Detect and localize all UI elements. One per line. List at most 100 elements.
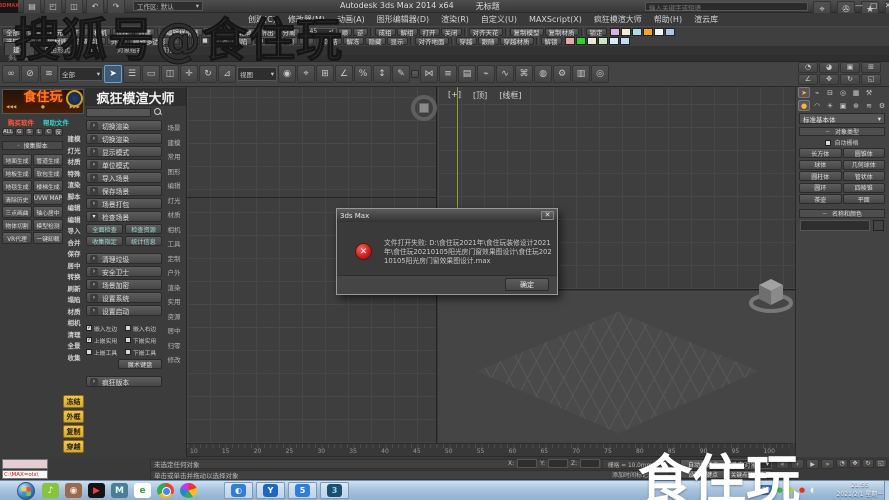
menu-item-3[interactable]: 图形编辑器(D) [372, 13, 434, 26]
strip-label-15[interactable]: 归零 [162, 339, 186, 354]
media-app-icon[interactable]: ▶ [88, 483, 105, 498]
button-0[interactable]: 冻结 [63, 395, 84, 408]
plugin-sub-button[interactable]: 统计信息 [125, 236, 162, 246]
strip-label-4[interactable]: 渲染 [64, 180, 84, 192]
z-field[interactable] [580, 459, 600, 468]
plugin-search-input[interactable] [86, 108, 151, 117]
grid-button[interactable]: 地面生成 [2, 154, 32, 166]
menu-item-5[interactable]: 自定义(U) [476, 13, 522, 26]
browser-360-icon[interactable]: e [134, 483, 151, 498]
grid-button[interactable]: 长方体 [799, 148, 842, 158]
display-tab-icon[interactable]: ▦ [850, 87, 862, 98]
maximize-viewport-br-icon[interactable]: ◱ [875, 459, 887, 468]
modify-tab-icon[interactable]: ⌁ [811, 87, 823, 98]
script-section-header[interactable]: -搜集脚本 [2, 141, 63, 150]
checkbox-下嵌实用[interactable]: 下嵌实用 [125, 335, 162, 345]
strip-label-10[interactable]: 户外 [162, 266, 186, 281]
strip-label-4[interactable]: 编辑 [162, 179, 186, 194]
toolbar-button[interactable]: 隐藏 [365, 37, 386, 45]
button-1[interactable]: G [15, 128, 24, 136]
motion-tab-icon[interactable]: ◎ [837, 87, 849, 98]
grid-button[interactable]: 清除历史 [2, 193, 32, 205]
strip-label-7[interactable]: 编辑 [64, 215, 84, 227]
plugin-button-显示模式[interactable]: ›显示模式 [86, 146, 162, 157]
close-button[interactable]: ✕ [885, 1, 889, 10]
plugin-button-清理垃圾[interactable]: ›清理垃圾 [86, 253, 162, 264]
space-warps-icon[interactable]: ≋ [863, 100, 875, 111]
toolbar-button[interactable]: 解组 [397, 28, 418, 36]
grid-button[interactable]: 模型检测 [33, 219, 63, 231]
zoom-all-icon[interactable]: ◕ [819, 62, 839, 73]
menu-item-8[interactable]: 帮助(H) [649, 13, 687, 26]
toolbar-button[interactable]: 穿越材质 [500, 37, 534, 45]
menu-item-2[interactable]: [线框] [494, 89, 526, 102]
toolbar-button[interactable]: 成组 [375, 28, 396, 36]
checkbox-嵌入左边[interactable]: ✓嵌入左边 [86, 323, 123, 333]
button-1[interactable]: 外框 [63, 410, 84, 423]
toolbar-button[interactable]: 显示 [387, 37, 408, 45]
strip-label-13[interactable]: 资源 [162, 310, 186, 325]
strip-label-18[interactable]: 全景 [64, 341, 84, 353]
chrome-browser-icon[interactable] [157, 483, 174, 498]
x-field[interactable] [517, 459, 537, 468]
color-swatch[interactable] [621, 28, 631, 36]
toolbar-button[interactable]: 对齐地面 [415, 37, 449, 45]
toolbar-button[interactable]: 复制材质 [545, 28, 579, 36]
grid-button[interactable]: UVW MAP [33, 193, 63, 205]
pan-view-icon[interactable]: ✥ [819, 74, 839, 85]
strip-label-3[interactable]: 特殊 [64, 169, 84, 181]
plugin-button-疯狂版本[interactable]: ›疯狂版本 [86, 376, 162, 387]
schematic-view-icon[interactable]: ⌘ [515, 65, 533, 83]
checkbox-上嵌实用[interactable]: ✓上嵌实用 [86, 335, 123, 345]
camera-app-icon[interactable]: ◉ [65, 483, 82, 498]
shapes-icon[interactable]: ◠ [811, 100, 823, 111]
button-5[interactable]: 反 [54, 128, 63, 136]
y-field[interactable] [548, 459, 568, 468]
checkbox-icon[interactable] [86, 349, 92, 355]
collapse-icon[interactable]: - [17, 142, 19, 149]
toolbar-button[interactable]: 穿越 [456, 37, 477, 45]
toolbar-button[interactable]: 关闭 [441, 28, 462, 36]
maxscript-mini-listener[interactable] [2, 459, 48, 469]
infocenter-search-box[interactable] [645, 2, 808, 11]
zoom-icon[interactable]: ◔ [798, 62, 818, 73]
plugin-button-单位模式[interactable]: ›单位模式 [86, 159, 162, 170]
3dsmax-window-icon[interactable]: 3 [327, 484, 342, 497]
plugin-link-1[interactable]: 帮助文件 [43, 117, 69, 127]
grid-button[interactable]: 管道生成 [33, 154, 63, 166]
grid-button[interactable]: 几何球体 [843, 160, 886, 170]
music-app-icon[interactable]: ♪ [42, 483, 59, 498]
menu-item-9[interactable]: 渲云库 [689, 13, 723, 26]
name-color-rollout[interactable]: −名称和颜色 [799, 209, 885, 218]
layer-manager-icon[interactable]: ▤ [458, 65, 476, 83]
edit-named-selection-sets-icon[interactable]: ✎ [392, 65, 410, 83]
percent-snap-toggle-icon[interactable]: % [354, 65, 372, 83]
pan-br-icon[interactable]: ✥ [849, 459, 861, 468]
toolbar-button[interactable]: 复制模型 [510, 28, 544, 36]
plugin-button-导入场景[interactable]: ›导入场景 [86, 172, 162, 183]
taskbar-clock[interactable]: 21:552021/2/1 星期一 [836, 482, 884, 499]
strip-label-3[interactable]: 图形 [162, 165, 186, 180]
checkbox-icon[interactable] [125, 337, 131, 343]
checkbox-icon[interactable] [125, 325, 131, 331]
grid-button[interactable]: 圆环 [799, 183, 842, 193]
grid-button[interactable]: 楼梯生成 [33, 180, 63, 192]
grid-button[interactable]: 地毯生成 [2, 180, 32, 192]
button-2[interactable]: S [25, 128, 34, 136]
toolbar-button[interactable]: 对齐天花 [469, 28, 503, 36]
utilities-tab-icon[interactable]: ⚒ [863, 87, 875, 98]
strip-label-11[interactable]: 渲染 [162, 281, 186, 296]
color-swatch[interactable] [576, 37, 586, 45]
plugin-sub-button[interactable]: 检查资源 [125, 224, 162, 234]
plugin-link-0[interactable]: 购买软件 [8, 117, 34, 127]
zoom-extents-icon[interactable]: ▣ [840, 62, 860, 73]
strip-label-15[interactable]: 材质 [64, 307, 84, 319]
color-swatch[interactable] [620, 37, 630, 45]
viewcube-face[interactable] [419, 103, 429, 113]
grid-button[interactable]: 球体 [799, 160, 842, 170]
object-type-rollout[interactable]: −对象类型 [799, 127, 885, 136]
menu-item-0[interactable]: [+] [443, 89, 466, 102]
tray-volume-icon[interactable]: ◖ [810, 485, 814, 495]
spinner-snap-toggle-icon[interactable]: ↕ [373, 65, 391, 83]
strip-label-16[interactable]: 相机 [64, 318, 84, 330]
